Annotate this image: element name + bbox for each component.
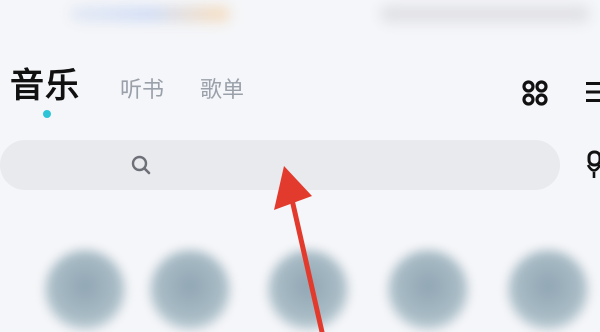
tab-music[interactable]: 音乐 (10, 58, 80, 107)
tab-playlists[interactable]: 歌单 (200, 72, 244, 104)
grid-four-dots-icon[interactable] (522, 80, 548, 106)
microphone-icon[interactable] (586, 150, 600, 180)
search-input[interactable] (0, 140, 560, 190)
status-bar-blurred-left (70, 6, 230, 22)
recommendation-avatar[interactable] (150, 250, 230, 330)
recommendation-avatar[interactable] (388, 250, 468, 330)
tab-audiobooks[interactable]: 听书 (120, 72, 164, 104)
search-icon (131, 155, 151, 175)
status-bar-blurred-right (380, 5, 590, 23)
active-tab-indicator (43, 110, 51, 118)
status-bar (0, 0, 600, 40)
recommendation-avatar[interactable] (268, 250, 348, 330)
menu-icon[interactable] (584, 80, 600, 104)
recommendation-avatar[interactable] (45, 250, 125, 330)
recommendation-avatar[interactable] (508, 250, 588, 330)
